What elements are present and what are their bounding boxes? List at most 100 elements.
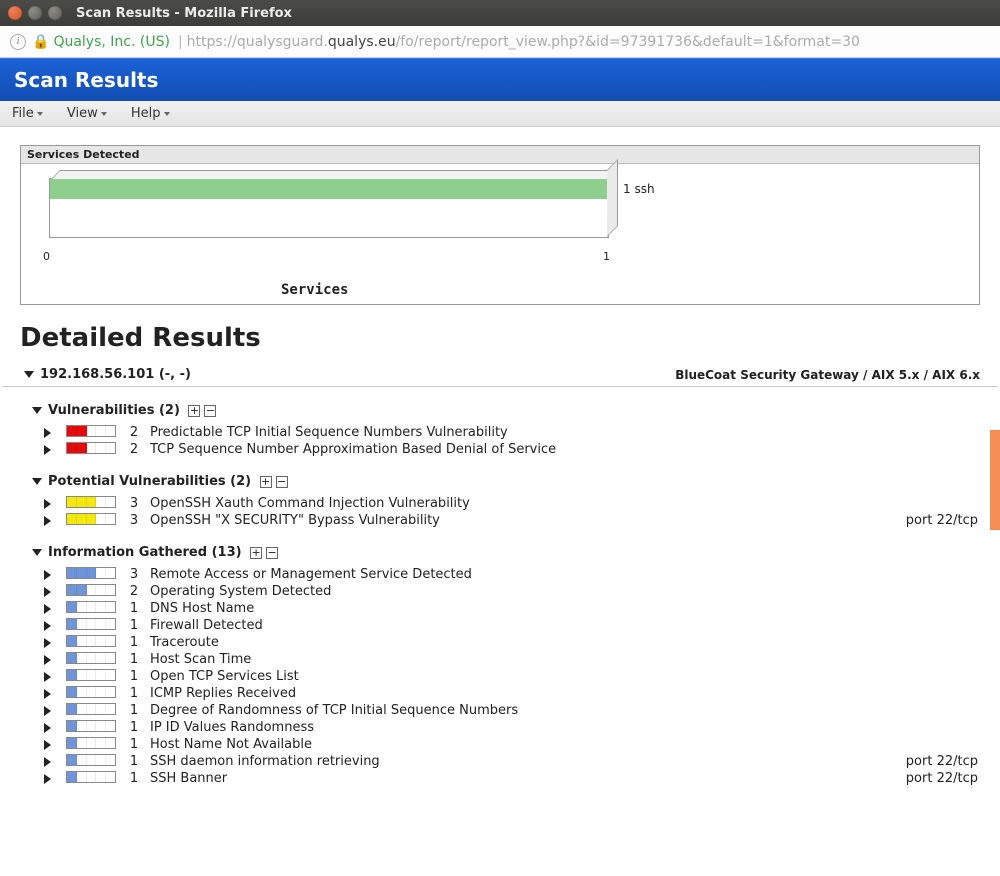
finding-row[interactable]: 1Degree of Randomness of TCP Initial Seq… [32,702,980,719]
finding-port: port 22/tcp [880,771,980,786]
chevron-right-icon [44,655,51,665]
window-titlebar: Scan Results - Mozilla Firefox [0,0,1000,26]
severity-indicator [66,703,116,715]
chart-tick-0: 0 [43,250,50,263]
collapse-all-icon[interactable]: − [204,405,216,417]
section-information-gathered: Information Gathered (13) +− 3Remote Acc… [32,545,980,787]
chevron-down-icon [37,112,43,116]
finding-row[interactable]: 3Remote Access or Management Service Det… [32,566,980,583]
finding-row[interactable]: 1Firewall Detected [32,617,980,634]
finding-row[interactable]: 1 ICMP Replies Received [32,685,980,702]
maximize-icon[interactable] [48,6,62,20]
severity-indicator [66,669,116,681]
finding-title: Open TCP Services List [150,669,880,684]
chevron-right-icon [44,499,51,509]
finding-title: ICMP Replies Received [150,686,880,701]
chevron-right-icon [44,672,51,682]
severity-indicator [66,425,116,437]
severity-indicator [66,601,116,613]
severity-level: 3 [124,496,144,511]
finding-title: IP ID Values Randomness [150,720,880,735]
finding-row[interactable]: 1SSH Bannerport 22/tcp [32,770,980,787]
menu-file[interactable]: File [12,106,43,121]
severity-indicator [66,567,116,579]
expand-all-icon[interactable]: + [250,547,262,559]
chevron-down-icon [164,112,170,116]
expand-all-icon[interactable]: + [260,476,272,488]
menu-help[interactable]: Help [131,106,170,121]
section-header[interactable]: Information Gathered (13) +− [32,545,980,560]
scrollbar[interactable] [990,430,1000,530]
finding-title: Firewall Detected [150,618,880,633]
severity-indicator [66,635,116,647]
section-header[interactable]: Potential Vulnerabilities (2) +− [32,474,980,489]
menu-view[interactable]: View [67,106,107,121]
finding-row[interactable]: 2TCP Sequence Number Approximation Based… [32,441,980,458]
finding-row[interactable]: 1Host Name Not Available [32,736,980,753]
section-vulnerabilities: Vulnerabilities (2) +− 2Predictable TCP … [32,403,980,458]
severity-indicator [66,652,116,664]
chevron-right-icon [44,774,51,784]
section-potential-vulnerabilities: Potential Vulnerabilities (2) +− 3OpenSS… [32,474,980,529]
finding-row[interactable]: 1Open TCP Services List [32,668,980,685]
finding-row[interactable]: 2Operating System Detected [32,583,980,600]
close-icon[interactable] [8,6,22,20]
finding-row[interactable]: 1SSH daemon information retrievingport 2… [32,753,980,770]
finding-row[interactable]: 3OpenSSH "X SECURITY" Bypass Vulnerabili… [32,512,980,529]
report-body: Services Detected 1 ssh 0 1 Services Det… [0,145,1000,827]
finding-port: port 22/tcp [880,513,980,528]
address-bar[interactable]: i 🔒 Qualys, Inc. (US) | https://qualysgu… [0,26,1000,58]
finding-title: Host Scan Time [150,652,880,667]
finding-row[interactable]: 1DNS Host Name [32,600,980,617]
severity-level: 1 [124,720,144,735]
finding-row[interactable]: 1 IP ID Values Randomness [32,719,980,736]
finding-row[interactable]: 1 Traceroute [32,634,980,651]
severity-indicator [66,686,116,698]
finding-row[interactable]: 3OpenSSH Xauth Command Injection Vulnera… [32,495,980,512]
url-text[interactable]: https://qualysguard.qualys.eu/fo/report/… [187,34,860,50]
chevron-right-icon [44,445,51,455]
severity-indicator [66,771,116,783]
site-identity[interactable]: Qualys, Inc. (US) [53,34,170,50]
finding-title: Traceroute [150,635,880,650]
chart-bar-label: 1 ssh [623,182,655,196]
finding-row[interactable]: 1 Host Scan Time [32,651,980,668]
chevron-down-icon [32,549,42,556]
expand-all-icon[interactable]: + [188,405,200,417]
window-title: Scan Results - Mozilla Firefox [76,6,292,21]
collapse-all-icon[interactable]: − [266,547,278,559]
chevron-right-icon [44,604,51,614]
severity-indicator [66,618,116,630]
chart-tick-1: 1 [603,250,610,263]
info-icon[interactable]: i [10,34,26,50]
chevron-right-icon [44,428,51,438]
collapse-all-icon[interactable]: − [276,476,288,488]
chevron-right-icon [44,570,51,580]
severity-indicator [66,584,116,596]
chevron-right-icon [44,516,51,526]
severity-indicator [66,513,116,525]
host-row[interactable]: 192.168.56.101 (-, -) BlueCoat Security … [2,365,998,387]
severity-indicator [66,442,116,454]
chart-bar-fill [50,179,608,199]
severity-level: 1 [124,601,144,616]
severity-level: 2 [124,425,144,440]
report-header: Scan Results [0,58,1000,101]
menubar: File View Help [0,101,1000,127]
severity-level: 1 [124,635,144,650]
severity-indicator [66,737,116,749]
severity-level: 1 [124,686,144,701]
chevron-right-icon [44,723,51,733]
severity-level: 1 [124,754,144,769]
chevron-right-icon [44,706,51,716]
url-separator: | [178,34,183,50]
chevron-down-icon [32,478,42,485]
host-ip: 192.168.56.101 (-, -) [40,367,191,382]
report-title: Scan Results [14,68,158,92]
finding-row[interactable]: 2Predictable TCP Initial Sequence Number… [32,424,980,441]
severity-level: 1 [124,703,144,718]
severity-level: 1 [124,652,144,667]
section-header[interactable]: Vulnerabilities (2) +− [32,403,980,418]
chevron-right-icon [44,587,51,597]
minimize-icon[interactable] [28,6,42,20]
